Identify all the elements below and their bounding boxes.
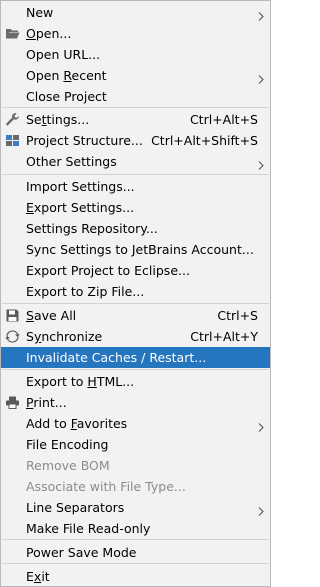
menu-item-print[interactable]: Print... — [1, 392, 270, 413]
menu-item-label: Project Structure... — [26, 133, 143, 148]
menu-item-shortcut: Ctrl+Alt+Shift+S — [151, 133, 258, 148]
menu-item-label: Export to Zip File... — [26, 284, 145, 299]
menu-item-label: Export Settings... — [26, 200, 135, 215]
menu-item-label: Save All — [26, 308, 77, 323]
menu-item-label: Synchronize — [26, 329, 103, 344]
chevron-right-icon — [256, 70, 266, 84]
menu-item-open[interactable]: Open... — [1, 23, 270, 44]
chevron-right-icon — [256, 156, 266, 170]
menu-separator — [2, 174, 269, 175]
menu-item-file-encoding[interactable]: File Encoding — [1, 434, 270, 455]
menu-item-label: Settings... — [26, 112, 90, 127]
menu-item-import-settings[interactable]: Import Settings... — [1, 176, 270, 197]
menu-item-shortcut: Ctrl+S — [217, 308, 258, 323]
menu-item-label: Power Save Mode — [26, 545, 137, 560]
menu-item-shortcut: Ctrl+Alt+S — [189, 112, 258, 127]
menu-item-label: Remove BOM — [26, 458, 110, 473]
menu-separator — [2, 107, 269, 108]
menu-item-label: Open Recent — [26, 68, 107, 83]
menu-item-make-read-only[interactable]: Make File Read-only — [1, 518, 270, 539]
menu-separator — [2, 563, 269, 564]
menu-item-settings-repository[interactable]: Settings Repository... — [1, 218, 270, 239]
menu-item-label: Settings Repository... — [26, 221, 158, 236]
menu-item-export-zip[interactable]: Export to Zip File... — [1, 281, 270, 302]
menu-separator — [2, 539, 269, 540]
printer-icon — [5, 395, 20, 410]
menu-item-label: Open URL... — [26, 47, 101, 62]
menu-item-add-favorites[interactable]: Add to Favorites — [1, 413, 270, 434]
menu-item-label: Associate with File Type... — [26, 479, 186, 494]
menu-item-label: Open... — [26, 26, 72, 41]
menu-item-synchronize[interactable]: Synchronize Ctrl+Alt+Y — [1, 326, 270, 347]
menu-item-line-separators[interactable]: Line Separators — [1, 497, 270, 518]
menu-item-associate-file-type: Associate with File Type... — [1, 476, 270, 497]
menu-item-shortcut: Ctrl+Alt+Y — [190, 329, 258, 344]
sync-icon — [5, 329, 20, 344]
menu-item-export-settings[interactable]: Export Settings... — [1, 197, 270, 218]
menu-item-open-url[interactable]: Open URL... — [1, 44, 270, 65]
wrench-icon — [5, 112, 20, 127]
menu-item-label: Line Separators — [26, 500, 125, 515]
menu-item-export-html[interactable]: Export to HTML... — [1, 371, 270, 392]
menu-item-project-structure[interactable]: Project Structure... Ctrl+Alt+Shift+S — [1, 130, 270, 151]
menu-item-label: Exit — [26, 569, 50, 584]
menu-item-save-all[interactable]: Save All Ctrl+S — [1, 305, 270, 326]
menu-item-label: Other Settings — [26, 154, 117, 169]
file-menu: New Open... Open URL... Open Recent Close Pr… — [0, 0, 271, 587]
menu-item-label: Import Settings... — [26, 179, 135, 194]
menu-item-power-save[interactable]: Power Save Mode — [1, 542, 270, 563]
menu-item-other-settings[interactable]: Other Settings — [1, 151, 270, 172]
menu-item-sync-settings[interactable]: Sync Settings to JetBrains Account... — [1, 239, 270, 260]
menu-item-new[interactable]: New — [1, 2, 270, 23]
menu-item-label: Export Project to Eclipse... — [26, 263, 190, 278]
menu-item-label: Close Project — [26, 89, 107, 104]
chevron-right-icon — [256, 418, 266, 432]
menu-item-label: New — [26, 5, 54, 20]
menu-separator — [2, 303, 269, 304]
menu-item-invalidate-caches[interactable]: Invalidate Caches / Restart... — [1, 347, 270, 368]
chevron-right-icon — [256, 502, 266, 516]
menu-item-label: Add to Favorites — [26, 416, 128, 431]
menu-item-label: Export to HTML... — [26, 374, 135, 389]
folder-open-icon — [5, 26, 20, 41]
menu-item-label: Invalidate Caches / Restart... — [26, 350, 207, 365]
menu-item-label: File Encoding — [26, 437, 109, 452]
menu-item-label: Print... — [26, 395, 67, 410]
project-structure-icon — [5, 133, 20, 148]
menu-item-exit[interactable]: Exit — [1, 566, 270, 587]
menu-separator — [2, 369, 269, 370]
menu-item-label: Make File Read-only — [26, 521, 151, 536]
save-icon — [5, 308, 20, 323]
menu-item-settings[interactable]: Settings... Ctrl+Alt+S — [1, 109, 270, 130]
menu-item-label: Sync Settings to JetBrains Account... — [26, 242, 254, 257]
menu-item-close-project[interactable]: Close Project — [1, 86, 270, 107]
menu-item-remove-bom: Remove BOM — [1, 455, 270, 476]
chevron-right-icon — [256, 7, 266, 21]
menu-item-export-eclipse[interactable]: Export Project to Eclipse... — [1, 260, 270, 281]
menu-item-open-recent[interactable]: Open Recent — [1, 65, 270, 86]
